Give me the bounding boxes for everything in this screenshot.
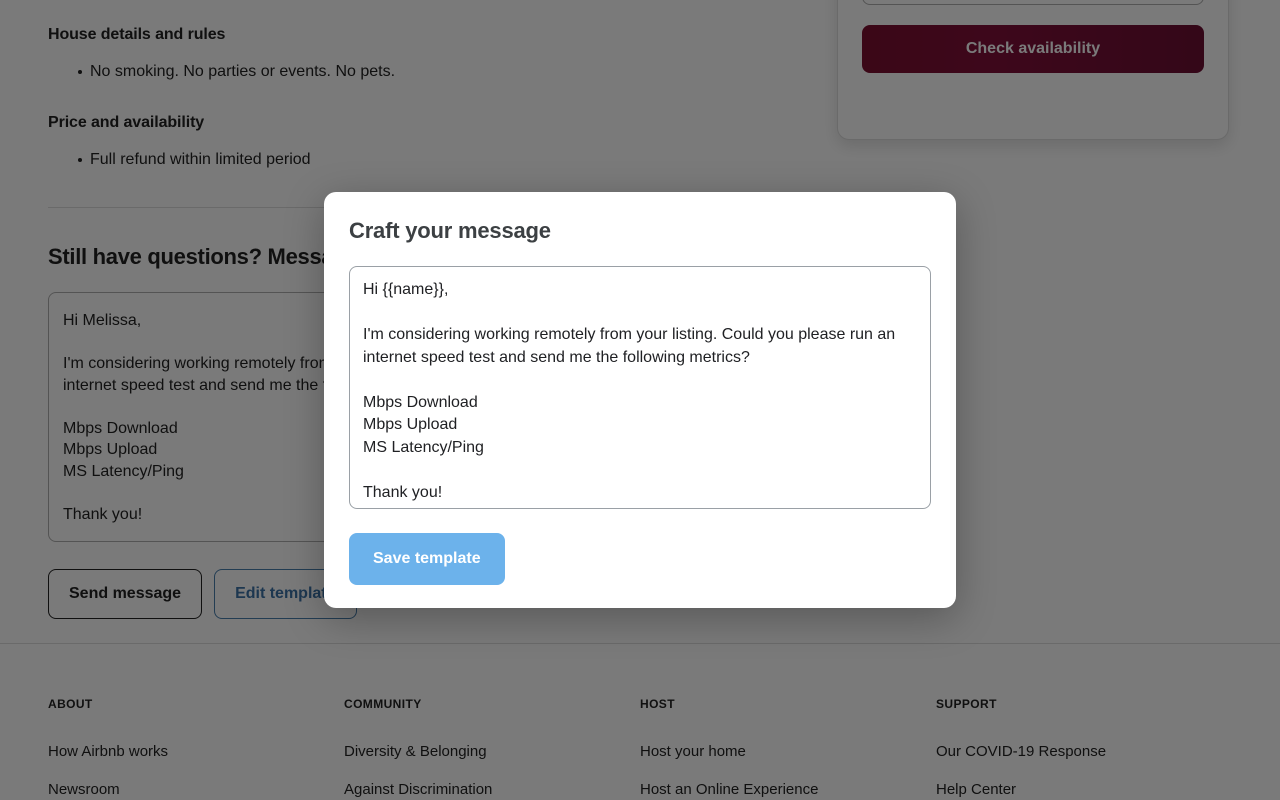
page-root: House details and rules No smoking. No p… [0,0,1280,800]
modal-title: Craft your message [349,218,551,243]
save-template-button[interactable]: Save template [349,533,505,585]
craft-message-modal: Craft your message Save template [324,192,956,608]
message-template-textarea[interactable] [349,266,931,509]
